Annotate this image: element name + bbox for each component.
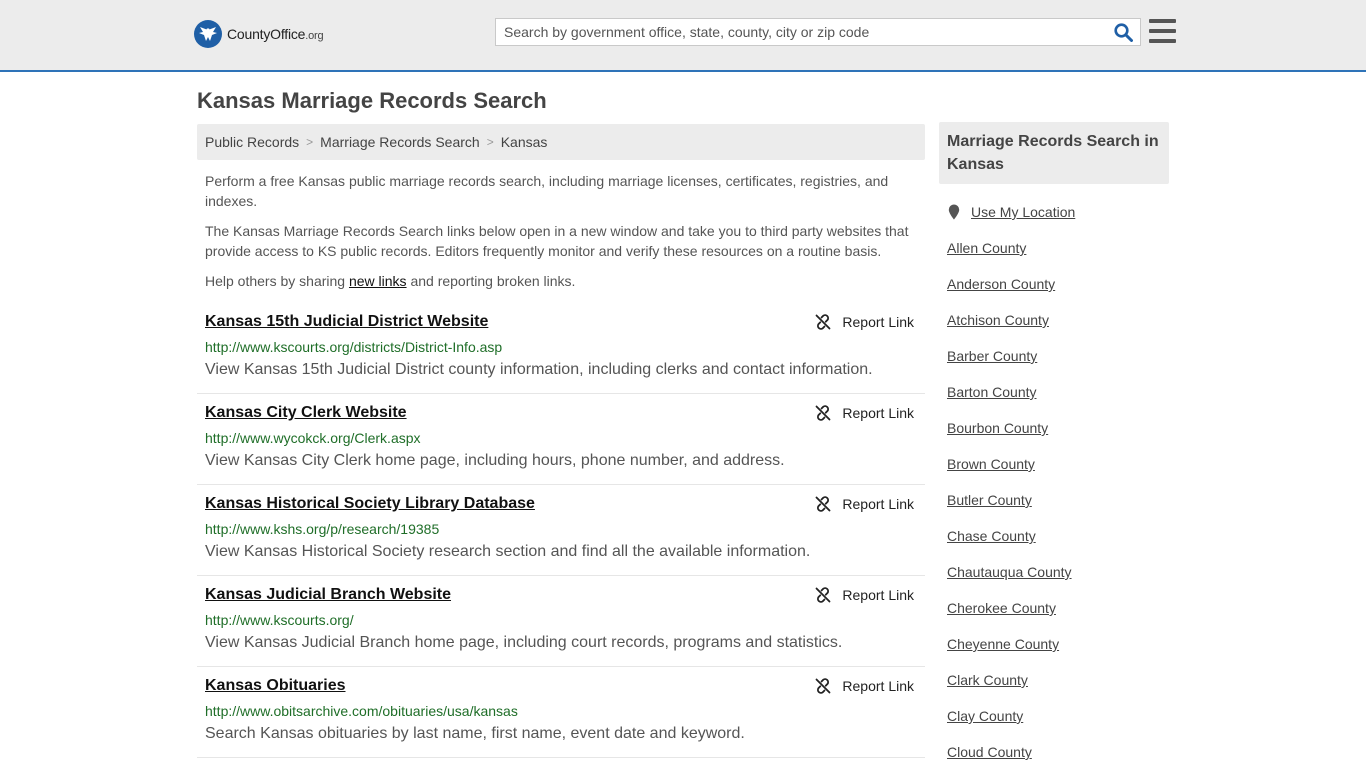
hamburger-menu-icon[interactable] bbox=[1149, 19, 1176, 43]
result-title-link[interactable]: Kansas Obituaries bbox=[205, 677, 346, 695]
result-description: View Kansas Historical Society research … bbox=[205, 543, 811, 560]
sidebar-county-link[interactable]: Cloud County bbox=[947, 742, 1169, 762]
report-link-label: Report Link bbox=[842, 587, 914, 603]
site-header: CountyOffice.org bbox=[0, 0, 1366, 72]
result-item: Kansas Judicial Branch Website Report Li… bbox=[197, 576, 925, 667]
breadcrumb-item-public-records[interactable]: Public Records bbox=[205, 134, 299, 150]
logo-suffix-text: .org bbox=[305, 30, 324, 42]
report-link-button[interactable]: Report Link bbox=[815, 587, 914, 603]
sidebar-heading: Marriage Records Search in Kansas bbox=[939, 122, 1169, 184]
share-text-after: and reporting broken links. bbox=[406, 273, 576, 289]
result-description: Search Kansas obituaries by last name, f… bbox=[205, 725, 745, 742]
report-link-button[interactable]: Report Link bbox=[815, 496, 914, 512]
report-link-label: Report Link bbox=[842, 496, 914, 512]
use-location-row: Use My Location bbox=[947, 202, 1169, 222]
breadcrumb-item-kansas[interactable]: Kansas bbox=[501, 134, 548, 150]
intro-text: Perform a free Kansas public marriage re… bbox=[197, 160, 925, 291]
breadcrumb: Public Records > Marriage Records Search… bbox=[197, 124, 925, 160]
sidebar-county-link[interactable]: Atchison County bbox=[947, 310, 1169, 330]
broken-link-icon bbox=[816, 314, 831, 330]
page-title: Kansas Marriage Records Search bbox=[197, 88, 547, 113]
sidebar-county-link[interactable]: Butler County bbox=[947, 490, 1169, 510]
report-link-button[interactable]: Report Link bbox=[815, 314, 914, 330]
result-title-link[interactable]: Kansas 15th Judicial District Website bbox=[205, 313, 488, 331]
sidebar-county-link[interactable]: Chautauqua County bbox=[947, 562, 1169, 582]
sidebar-county-link[interactable]: Brown County bbox=[947, 454, 1169, 474]
new-links-link[interactable]: new links bbox=[349, 273, 407, 289]
sidebar-county-link[interactable]: Barber County bbox=[947, 346, 1169, 366]
sidebar-county-link[interactable]: Clay County bbox=[947, 706, 1169, 726]
result-title-link[interactable]: Kansas Judicial Branch Website bbox=[205, 586, 451, 604]
search-button[interactable] bbox=[1106, 19, 1140, 45]
result-url: http://www.obitsarchive.com/obituaries/u… bbox=[205, 703, 518, 719]
search-input[interactable] bbox=[496, 19, 1106, 45]
logo-wordmark: CountyOffice.org bbox=[227, 26, 324, 42]
broken-link-icon bbox=[816, 678, 831, 694]
share-text-before: Help others by sharing bbox=[205, 273, 349, 289]
result-url: http://www.kshs.org/p/research/19385 bbox=[205, 521, 440, 537]
logo-main-text: CountyOffice bbox=[227, 26, 306, 42]
result-description: View Kansas 15th Judicial District count… bbox=[205, 361, 873, 378]
result-title-link[interactable]: Kansas Historical Society Library Databa… bbox=[205, 495, 535, 513]
result-description: View Kansas Judicial Branch home page, i… bbox=[205, 634, 843, 651]
sidebar-county-link[interactable]: Anderson County bbox=[947, 274, 1169, 294]
use-my-location-link[interactable]: Use My Location bbox=[971, 204, 1075, 220]
result-url: http://www.kscourts.org/ bbox=[205, 612, 354, 628]
broken-link-icon bbox=[816, 587, 831, 603]
results-list: Kansas 15th Judicial District Website Re… bbox=[197, 303, 925, 758]
result-description: View Kansas City Clerk home page, includ… bbox=[205, 452, 785, 469]
sidebar-county-link[interactable]: Chase County bbox=[947, 526, 1169, 546]
report-link-button[interactable]: Report Link bbox=[815, 678, 914, 694]
report-link-label: Report Link bbox=[842, 405, 914, 421]
sidebar-county-link[interactable]: Barton County bbox=[947, 382, 1169, 402]
intro-paragraph: The Kansas Marriage Records Search links… bbox=[205, 223, 909, 259]
intro-share-paragraph: Help others by sharing new links and rep… bbox=[205, 271, 917, 291]
sidebar-county-link[interactable]: Cherokee County bbox=[947, 598, 1169, 618]
main-content: Public Records > Marriage Records Search… bbox=[197, 124, 925, 758]
sidebar-county-link[interactable]: Allen County bbox=[947, 238, 1169, 258]
report-link-button[interactable]: Report Link bbox=[815, 405, 914, 421]
broken-link-icon bbox=[816, 496, 831, 512]
breadcrumb-separator: > bbox=[306, 135, 314, 149]
intro-paragraph: Perform a free Kansas public marriage re… bbox=[205, 173, 889, 209]
result-item: Kansas Historical Society Library Databa… bbox=[197, 485, 925, 576]
result-item: Kansas Obituaries Report Link http://www… bbox=[197, 667, 925, 758]
report-link-label: Report Link bbox=[842, 314, 914, 330]
result-item: Kansas City Clerk Website Report Link ht… bbox=[197, 394, 925, 485]
breadcrumb-separator: > bbox=[486, 135, 494, 149]
result-url: http://www.wycokck.org/Clerk.aspx bbox=[205, 430, 421, 446]
county-list: Use My Location Allen County Anderson Co… bbox=[939, 202, 1169, 762]
sidebar-county-link[interactable]: Cheyenne County bbox=[947, 634, 1169, 654]
result-title-link[interactable]: Kansas City Clerk Website bbox=[205, 404, 407, 422]
search-bar bbox=[495, 18, 1141, 46]
map-pin-icon bbox=[948, 204, 960, 220]
site-logo[interactable]: CountyOffice.org bbox=[194, 20, 324, 48]
breadcrumb-item-marriage-records[interactable]: Marriage Records Search bbox=[320, 134, 480, 150]
report-link-label: Report Link bbox=[842, 678, 914, 694]
sidebar-county-link[interactable]: Clark County bbox=[947, 670, 1169, 690]
search-icon bbox=[1113, 22, 1133, 42]
broken-link-icon bbox=[816, 405, 831, 421]
result-item: Kansas 15th Judicial District Website Re… bbox=[197, 303, 925, 394]
sidebar: Marriage Records Search in Kansas Use My… bbox=[939, 122, 1169, 762]
sidebar-county-link[interactable]: Bourbon County bbox=[947, 418, 1169, 438]
result-url: http://www.kscourts.org/districts/Distri… bbox=[205, 339, 503, 355]
eagle-icon bbox=[194, 20, 222, 48]
